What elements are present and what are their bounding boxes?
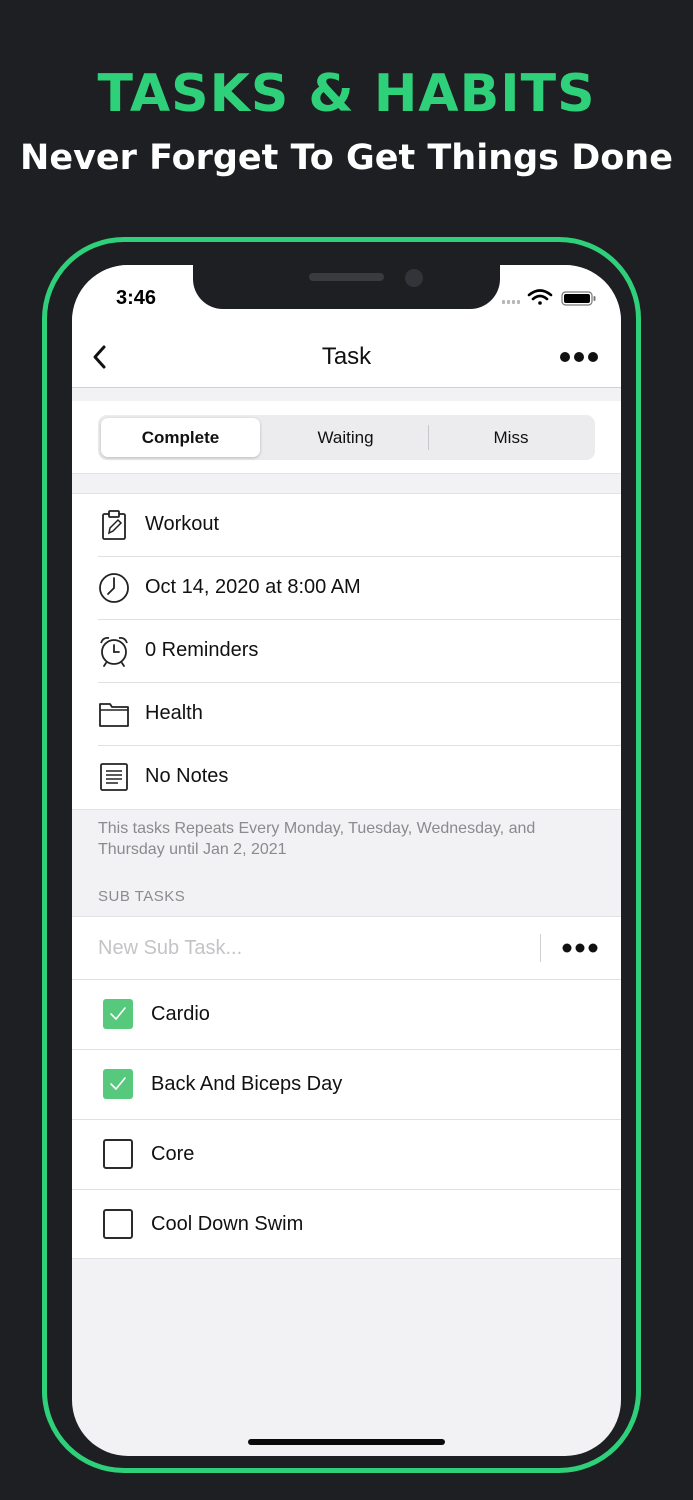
speaker-grille xyxy=(309,273,384,281)
clock-icon xyxy=(99,573,129,603)
subtask-checkbox-unchecked[interactable] xyxy=(103,1139,133,1169)
subtask-label: Cool Down Swim xyxy=(151,1213,304,1235)
status-segment-area: Complete Waiting Miss xyxy=(72,401,621,474)
notes-text: No Notes xyxy=(145,765,229,787)
wifi-icon xyxy=(527,289,553,305)
segment-divider xyxy=(428,425,429,450)
subtask-item[interactable]: Back And Biceps Day xyxy=(72,1049,621,1119)
notch xyxy=(193,265,500,309)
segment-complete[interactable]: Complete xyxy=(101,418,260,457)
battery-icon xyxy=(561,291,596,306)
checkmark-icon xyxy=(110,1007,126,1020)
input-divider xyxy=(540,934,541,962)
new-subtask-input[interactable] xyxy=(98,934,518,962)
subtask-checkbox-unchecked[interactable] xyxy=(103,1209,133,1239)
home-indicator xyxy=(248,1439,445,1445)
row-separator xyxy=(72,1049,621,1050)
detail-row-notes[interactable]: No Notes xyxy=(72,746,621,809)
page-title: Task xyxy=(321,343,372,370)
row-separator xyxy=(72,1189,621,1190)
checkmark-icon xyxy=(110,1077,126,1090)
status-time: 3:46 xyxy=(116,287,157,309)
detail-row-folder[interactable]: Health xyxy=(72,683,621,746)
folder-icon xyxy=(99,703,129,727)
task-date-text: Oct 14, 2020 at 8:00 AM xyxy=(145,576,361,598)
clipboard-icon xyxy=(102,510,126,540)
detail-row-date[interactable]: Oct 14, 2020 at 8:00 AM xyxy=(72,557,621,620)
promo-subheadline: Never Forget To Get Things Done xyxy=(20,138,673,178)
task-details-list: Workout Oct 14, 2020 at 8:00 AM 0 Remind… xyxy=(72,493,621,810)
subtask-options-button[interactable] xyxy=(562,938,598,958)
subtask-item[interactable]: Cardio xyxy=(72,979,621,1049)
task-title-text: Workout xyxy=(145,513,220,535)
ellipsis-icon xyxy=(560,352,598,362)
more-options-button[interactable] xyxy=(559,347,599,367)
status-segmented-control: Complete Waiting Miss xyxy=(98,415,595,460)
subtask-label: Cardio xyxy=(151,1003,210,1025)
subtasks-section-title: SUB TASKS xyxy=(98,888,186,905)
status-icons xyxy=(502,289,596,306)
row-separator xyxy=(72,1119,621,1120)
reminders-text: 0 Reminders xyxy=(145,639,259,661)
detail-row-title[interactable]: Workout xyxy=(72,494,621,557)
segment-waiting[interactable]: Waiting xyxy=(264,418,427,457)
alarm-clock-icon xyxy=(100,636,128,667)
subtask-checkbox-checked[interactable] xyxy=(103,999,133,1029)
signal-icon xyxy=(502,300,520,304)
front-camera xyxy=(405,269,423,287)
subtask-checkbox-checked[interactable] xyxy=(103,1069,133,1099)
detail-row-reminders[interactable]: 0 Reminders xyxy=(72,620,621,683)
segment-miss[interactable]: Miss xyxy=(430,418,592,457)
subtask-item[interactable]: Cool Down Swim xyxy=(72,1189,621,1259)
notes-icon xyxy=(100,763,128,791)
phone-screen: 3:46 Task Complete Waiting Miss Workout … xyxy=(72,265,621,1456)
row-separator xyxy=(72,979,621,980)
subtask-label: Back And Biceps Day xyxy=(151,1073,343,1095)
new-subtask-row xyxy=(72,917,621,979)
repeat-description: This tasks Repeats Every Monday, Tuesday… xyxy=(98,820,536,858)
subtask-label: Core xyxy=(151,1143,195,1165)
ellipsis-icon xyxy=(562,943,598,953)
promo-headline: TASKS & HABITS xyxy=(97,64,596,124)
navigation-bar: Task xyxy=(72,327,621,388)
folder-text: Health xyxy=(145,702,203,724)
subtasks-list: Cardio Back And Biceps Day Core Cool Dow… xyxy=(72,916,621,1259)
subtask-item[interactable]: Core xyxy=(72,1119,621,1189)
